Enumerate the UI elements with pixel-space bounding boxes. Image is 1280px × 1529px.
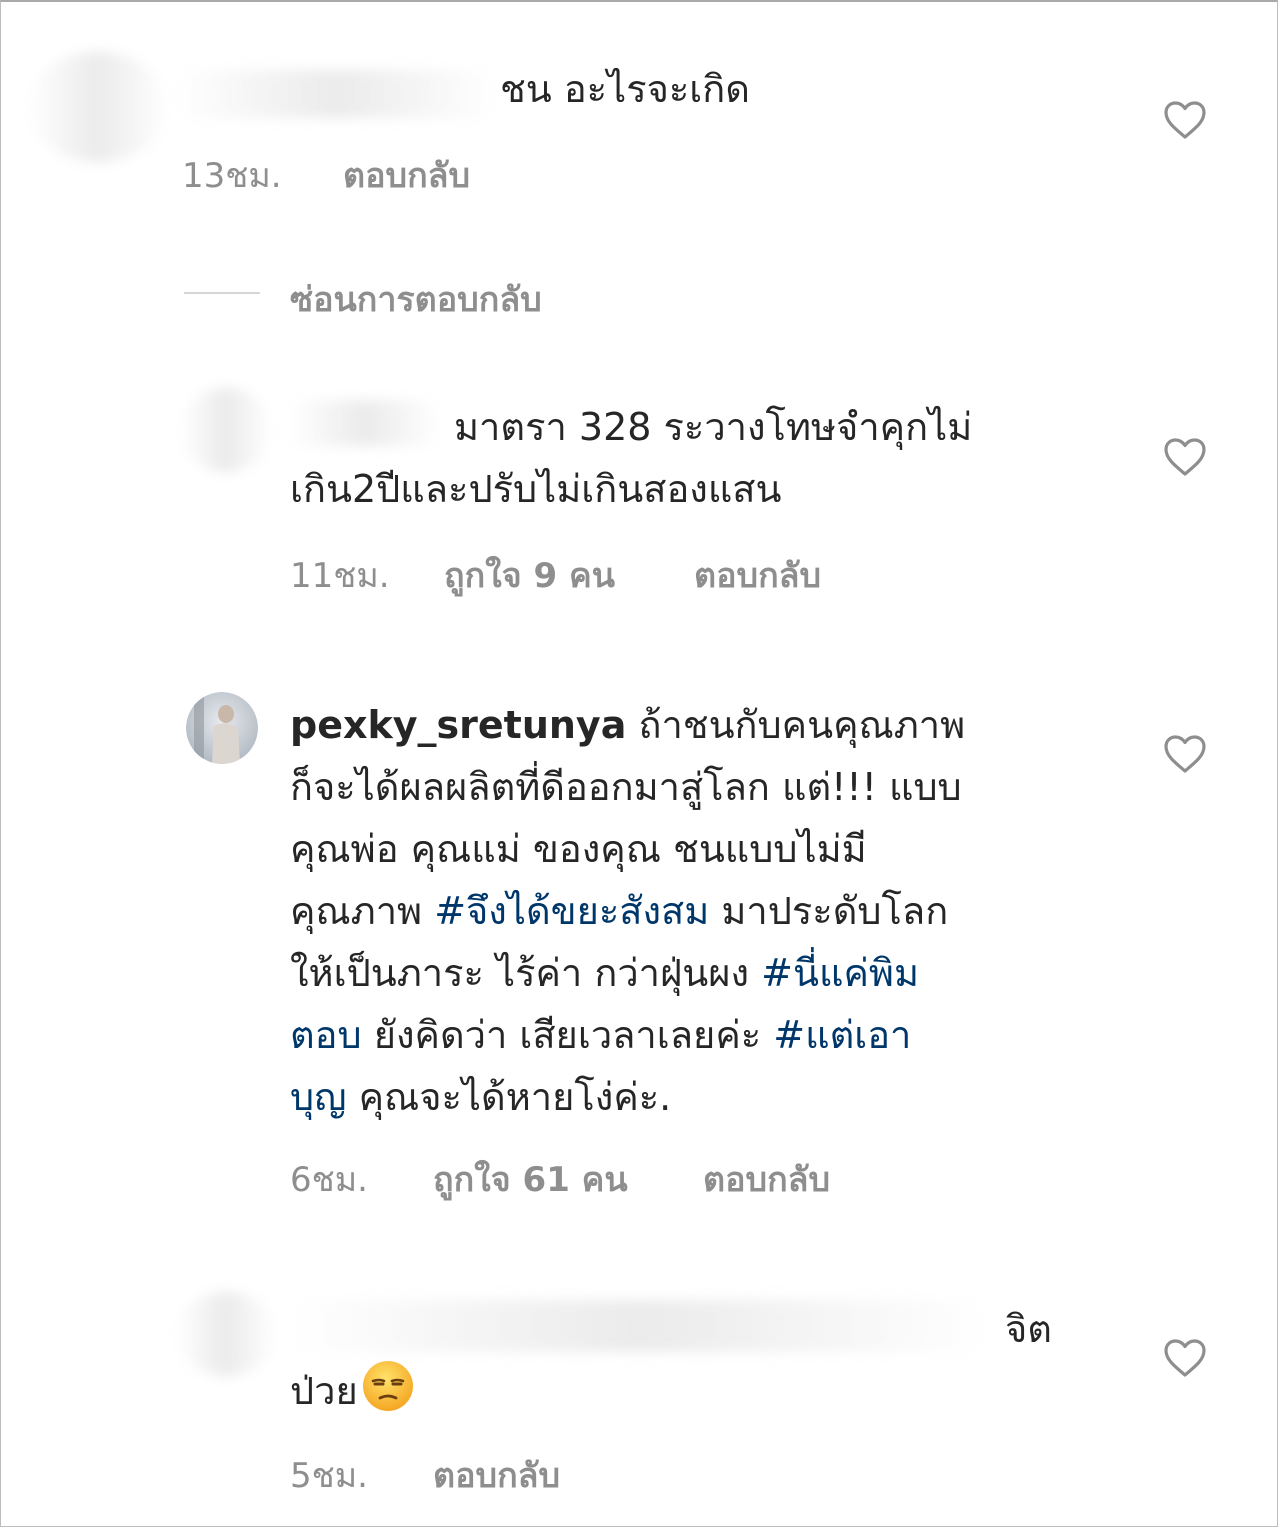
comment-line: เกิน2ปีและปรับไม่เกินสองแสน [290, 467, 782, 511]
likes-count[interactable]: ถูกใจ 9 คน [444, 548, 615, 602]
comment-line-5: ให้เป็นภาระ ไร้ค่า กว่าฝุ่นผง #นี่แค่พิม [290, 942, 919, 1004]
blurred-avatar [180, 388, 272, 472]
comment-time: 5ชม. [290, 1456, 368, 1496]
reply-button[interactable]: ตอบกลับ [703, 1152, 830, 1206]
likes-count[interactable]: ถูกใจ 61 คน [433, 1152, 628, 1206]
text-span: คุณภาพ [290, 889, 435, 933]
blurred-username [176, 70, 496, 118]
comment-text: ถ้าชนกับคนคุณภาพ [638, 703, 966, 747]
comment-time: 11ชม. [290, 556, 390, 596]
text-span: ยังคิดว่า เสียเวลาเลยค่ะ [361, 1013, 774, 1057]
blurred-username [290, 1300, 990, 1352]
like-heart-icon[interactable] [1163, 734, 1207, 774]
avatar[interactable] [186, 692, 258, 764]
blurred-avatar [176, 1292, 276, 1376]
text-span: ป่วย [290, 1369, 358, 1413]
blurred-avatar [28, 52, 168, 162]
hashtag-link[interactable]: #จึงได้ขยะสังสม [434, 889, 709, 933]
comment-line: จิต [1005, 1307, 1052, 1351]
comment-line-7: บุญ คุณจะได้หายโง่ค่ะ. [290, 1066, 671, 1128]
hide-replies-divider [184, 292, 260, 294]
comment-line: มาตรา 328 ระวางโทษจำคุกไม่ [454, 405, 973, 449]
comment-time: 6ชม. [290, 1160, 368, 1200]
reply-button[interactable]: ตอบกลับ [433, 1448, 560, 1502]
comment-line-6: ตอบ ยังคิดว่า เสียเวลาเลยค่ะ #แต่เอา [290, 1004, 911, 1066]
like-heart-icon[interactable] [1163, 100, 1207, 140]
blurred-username [290, 400, 440, 446]
text-span: ให้เป็นภาระ ไร้ค่า กว่าฝุ่นผง [290, 951, 762, 995]
unamused-face-icon [362, 1360, 414, 1412]
hide-replies-button[interactable]: ซ่อนการตอบกลับ [290, 272, 542, 326]
comment-line-1: pexky_sretunya ถ้าชนกับคนคุณภาพ [290, 694, 965, 756]
comment-line-3: คุณพ่อ คุณแม่ ของคุณ ชนแบบไม่มี [290, 827, 867, 871]
reply-button[interactable]: ตอบกลับ [343, 148, 470, 202]
comment-line-2: ก็จะได้ผลผลิตที่ดีออกมาสู่โลก แต่!!! แบบ [290, 765, 962, 809]
hashtag-link[interactable]: ตอบ [290, 1013, 362, 1057]
hashtag-link[interactable]: #นี่แค่พิม [761, 951, 919, 995]
hashtag-link[interactable]: บุญ [290, 1075, 347, 1119]
comment-line-4: คุณภาพ #จึงได้ขยะสังสม มาประดับโลก [290, 880, 948, 942]
hashtag-link[interactable]: #แต่เอา [773, 1013, 911, 1057]
comment-text: ชน อะไรจะเกิด [500, 67, 750, 111]
text-span: มาประดับโลก [709, 889, 949, 933]
like-heart-icon[interactable] [1163, 1338, 1207, 1378]
comment-username[interactable]: pexky_sretunya [290, 703, 626, 747]
comment-line-2: ป่วย [290, 1360, 414, 1422]
like-heart-icon[interactable] [1163, 437, 1207, 477]
reply-button[interactable]: ตอบกลับ [694, 548, 821, 602]
text-span: คุณจะได้หายโง่ค่ะ. [346, 1075, 672, 1119]
comment-time: 13ชม. [182, 156, 282, 196]
